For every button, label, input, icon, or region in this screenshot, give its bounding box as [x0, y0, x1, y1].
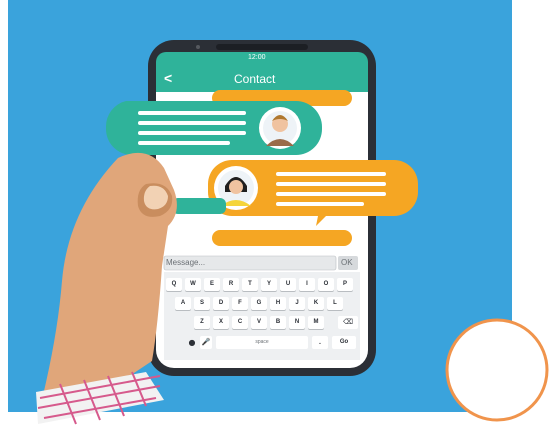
key-i[interactable]: I	[299, 278, 315, 291]
globe-icon[interactable]: ●	[186, 336, 198, 349]
key-r[interactable]: R	[223, 278, 239, 291]
key-c[interactable]: C	[232, 316, 248, 329]
key-z[interactable]: Z	[194, 316, 210, 329]
period-key[interactable]: .	[312, 336, 328, 349]
key-u[interactable]: U	[280, 278, 296, 291]
backspace-icon[interactable]: ⌫	[338, 316, 358, 329]
key-d[interactable]: D	[213, 297, 229, 310]
key-t[interactable]: T	[242, 278, 258, 291]
key-n[interactable]: N	[289, 316, 305, 329]
space-key[interactable]: space	[216, 336, 308, 349]
key-q[interactable]: Q	[166, 278, 182, 291]
key-s[interactable]: S	[194, 297, 210, 310]
microphone-icon[interactable]: 🎤	[200, 336, 212, 349]
key-o[interactable]: O	[318, 278, 334, 291]
key-m[interactable]: M	[308, 316, 324, 329]
key-e[interactable]: E	[204, 278, 220, 291]
key-f[interactable]: F	[232, 297, 248, 310]
key-w[interactable]: W	[185, 278, 201, 291]
key-v[interactable]: V	[251, 316, 267, 329]
key-g[interactable]: G	[251, 297, 267, 310]
key-y[interactable]: Y	[261, 278, 277, 291]
key-h[interactable]: H	[270, 297, 286, 310]
key-x[interactable]: X	[213, 316, 229, 329]
key-b[interactable]: B	[270, 316, 286, 329]
go-key[interactable]: Go	[332, 336, 356, 349]
key-a[interactable]: A	[175, 297, 191, 310]
key-p[interactable]: P	[337, 278, 353, 291]
key-k[interactable]: K	[308, 297, 324, 310]
key-l[interactable]: L	[327, 297, 343, 310]
key-j[interactable]: J	[289, 297, 305, 310]
